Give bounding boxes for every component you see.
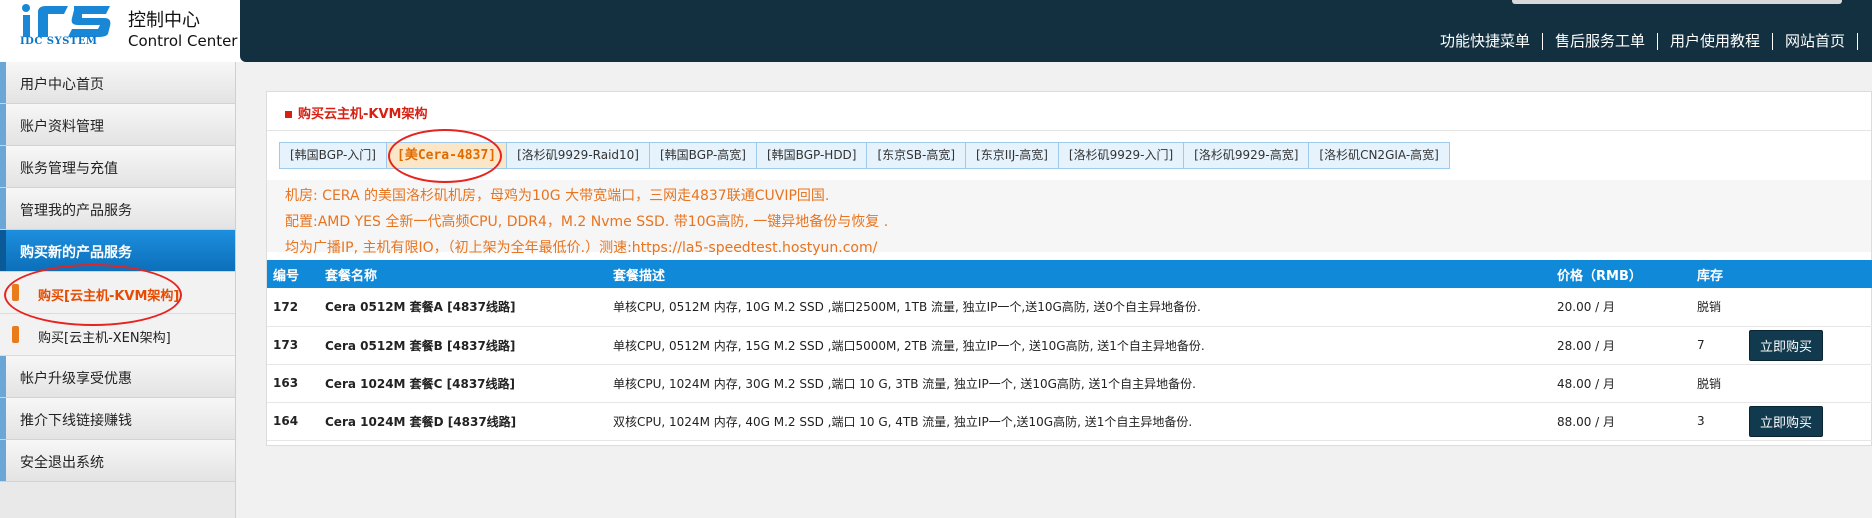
row-action: 立即购买 bbox=[1743, 326, 1872, 365]
page-title: 购买云主机-KVM架构 bbox=[285, 103, 427, 122]
logo-brand: IDC SYSTEM bbox=[20, 36, 98, 47]
tab-korea-bgp-basic[interactable]: [韩国BGP-入门] bbox=[279, 142, 387, 169]
sidebar-item-my-products[interactable]: 管理我的产品服务 bbox=[0, 188, 235, 230]
col-id: 编号 bbox=[267, 260, 319, 288]
sidebar-item-label: 账户资料管理 bbox=[20, 119, 104, 135]
col-action bbox=[1743, 260, 1872, 288]
sidebar-item-upgrade[interactable]: 帐户升级享受优惠 bbox=[0, 356, 235, 398]
sidebar-item-referral[interactable]: 推介下线链接赚钱 bbox=[0, 398, 235, 440]
tab-la-cn2gia[interactable]: [洛杉矶CN2GIA-高宽] bbox=[1308, 142, 1450, 169]
row-name: Cera 0512M 套餐A [4837线路] bbox=[319, 288, 607, 327]
buy-now-button[interactable]: 立即购买 bbox=[1749, 405, 1824, 437]
row-desc: 单核CPU, 0512M 内存, 10G M.2 SSD ,端口2500M, 1… bbox=[607, 288, 1551, 327]
sidebar-item-billing[interactable]: 账务管理与充值 bbox=[0, 146, 235, 188]
table-row: 164 Cera 1024M 套餐D [4837线路] 双核CPU, 1024M… bbox=[267, 402, 1872, 441]
sidebar-item-label: 用户中心首页 bbox=[20, 77, 104, 93]
row-id: 163 bbox=[267, 364, 319, 403]
product-tabs: [韩国BGP-入门] [美Cera-4837] [洛杉矶9929-Raid10]… bbox=[279, 142, 1450, 169]
sidebar: 用户中心首页 账户资料管理 账务管理与充值 管理我的产品服务 购买新的产品服务 … bbox=[0, 62, 236, 518]
sidebar-item-buy-products[interactable]: 购买新的产品服务 bbox=[0, 230, 235, 272]
col-desc: 套餐描述 bbox=[607, 260, 1551, 288]
tab-korea-bgp-hdd[interactable]: [韩国BGP-HDD] bbox=[755, 142, 868, 169]
row-desc: 单核CPU, 1024M 内存, 30G M.2 SSD ,端口 10 G, 3… bbox=[607, 364, 1551, 403]
header: IDC SYSTEM 控制中心 Control Center 功能快捷菜单 售后… bbox=[0, 0, 1872, 62]
row-stock: 脱销 bbox=[1691, 288, 1743, 327]
sidebar-item-user-home[interactable]: 用户中心首页 bbox=[0, 62, 235, 104]
tab-korea-bgp-bandwidth[interactable]: [韩国BGP-高宽] bbox=[648, 142, 757, 169]
row-stock: 3 bbox=[1691, 402, 1743, 441]
row-stock: 脱销 bbox=[1691, 364, 1743, 403]
logo-title: 控制中心 bbox=[128, 10, 200, 31]
sidebar-subitem-label: 购买[云主机-KVM架构] bbox=[38, 289, 180, 304]
idc-logo-icon bbox=[22, 4, 111, 37]
info-speedtest: 均为广播IP, 主机有限IO，（初上架为全年最低价.）测速:https://la… bbox=[285, 240, 878, 256]
orange-bar-icon bbox=[12, 326, 19, 343]
row-id: 173 bbox=[267, 326, 319, 365]
sidebar-item-label: 安全退出系统 bbox=[20, 455, 104, 471]
row-desc: 双核CPU, 1024M 内存, 40G M.2 SSD ,端口 10 G, 4… bbox=[607, 402, 1551, 441]
tab-la-9929-basic[interactable]: [洛杉矶9929-入门] bbox=[1057, 142, 1185, 169]
row-price: 48.00 / 月 bbox=[1551, 364, 1691, 403]
row-name: Cera 0512M 套餐B [4837线路] bbox=[319, 326, 607, 365]
col-name: 套餐名称 bbox=[319, 260, 607, 288]
topnav-user-guide[interactable]: 用户使用教程 bbox=[1658, 33, 1773, 50]
row-name: Cera 1024M 套餐D [4837线路] bbox=[319, 402, 607, 441]
topnav-support-ticket[interactable]: 售后服务工单 bbox=[1543, 33, 1658, 50]
row-price: 20.00 / 月 bbox=[1551, 288, 1691, 327]
sidebar-subitem-kvm[interactable]: 购买[云主机-KVM架构] bbox=[0, 272, 235, 314]
top-nav: 功能快捷菜单 售后服务工单 用户使用教程 网站首页 bbox=[1428, 33, 1858, 50]
sidebar-subitem-xen[interactable]: 购买[云主机-XEN架构] bbox=[0, 314, 235, 356]
col-price: 价格（RMB） bbox=[1551, 260, 1691, 288]
main-panel: 购买云主机-KVM架构 [韩国BGP-入门] [美Cera-4837] [洛杉矶… bbox=[266, 91, 1872, 446]
table-row: 172 Cera 0512M 套餐A [4837线路] 单核CPU, 0512M… bbox=[267, 288, 1872, 327]
info-config: 配置:AMD YES 全新一代高频CPU, DDR4，M.2 Nvme SSD.… bbox=[285, 214, 889, 230]
sidebar-subitem-label: 购买[云主机-XEN架构] bbox=[38, 331, 171, 346]
row-id: 164 bbox=[267, 402, 319, 441]
row-stock: 7 bbox=[1691, 326, 1743, 365]
table-header-row: 编号 套餐名称 套餐描述 价格（RMB） 库存 bbox=[267, 260, 1872, 288]
table-row: 173 Cera 0512M 套餐B [4837线路] 单核CPU, 0512M… bbox=[267, 326, 1872, 365]
sidebar-item-label: 帐户升级享受优惠 bbox=[20, 371, 132, 387]
tab-la-9929-bandwidth[interactable]: [洛杉矶9929-高宽] bbox=[1183, 142, 1310, 169]
sidebar-item-label: 购买新的产品服务 bbox=[20, 245, 132, 261]
topnav-home[interactable]: 网站首页 bbox=[1773, 33, 1858, 50]
row-price: 28.00 / 月 bbox=[1551, 326, 1691, 365]
topnav-shortcut-menu[interactable]: 功能快捷菜单 bbox=[1428, 33, 1543, 50]
sidebar-item-account-profile[interactable]: 账户资料管理 bbox=[0, 104, 235, 146]
row-name: Cera 1024M 套餐C [4837线路] bbox=[319, 364, 607, 403]
row-action bbox=[1743, 364, 1872, 403]
logo-subtitle: Control Center bbox=[128, 32, 238, 50]
package-table: 编号 套餐名称 套餐描述 价格（RMB） 库存 172 Cera 0512M 套… bbox=[267, 260, 1872, 441]
col-stock: 库存 bbox=[1691, 260, 1743, 288]
sidebar-item-label: 账务管理与充值 bbox=[20, 161, 118, 177]
row-desc: 单核CPU, 0512M 内存, 15G M.2 SSD ,端口5000M, 2… bbox=[607, 326, 1551, 365]
logo[interactable]: IDC SYSTEM 控制中心 Control Center bbox=[0, 0, 240, 62]
tab-tokyo-sb[interactable]: [东京SB-高宽] bbox=[866, 142, 967, 169]
table-row: 163 Cera 1024M 套餐C [4837线路] 单核CPU, 1024M… bbox=[267, 364, 1872, 403]
buy-now-button[interactable]: 立即购买 bbox=[1749, 329, 1824, 361]
orange-bar-icon bbox=[12, 284, 19, 301]
row-price: 88.00 / 月 bbox=[1551, 402, 1691, 441]
row-action bbox=[1743, 288, 1872, 327]
sidebar-item-label: 管理我的产品服务 bbox=[20, 203, 132, 219]
sidebar-item-logout[interactable]: 安全退出系统 bbox=[0, 440, 235, 482]
divider bbox=[267, 130, 1871, 131]
title-marker-icon bbox=[285, 111, 292, 118]
info-datacenter: 机房: CERA 的美国洛杉矶机房，母鸡为10G 大带宽端口，三网走4837联通… bbox=[285, 188, 830, 204]
search-box[interactable] bbox=[1512, 0, 1842, 4]
header-bar: 功能快捷菜单 售后服务工单 用户使用教程 网站首页 bbox=[240, 0, 1872, 62]
tab-us-cera-4837[interactable]: [美Cera-4837] bbox=[386, 142, 508, 169]
tab-la-9929-raid10[interactable]: [洛杉矶9929-Raid10] bbox=[506, 142, 650, 169]
row-action: 立即购买 bbox=[1743, 402, 1872, 441]
tab-tokyo-iij[interactable]: [东京IIJ-高宽] bbox=[965, 142, 1059, 169]
sidebar-item-label: 推介下线链接赚钱 bbox=[20, 413, 132, 429]
page-title-text: 购买云主机-KVM架构 bbox=[298, 107, 428, 122]
row-id: 172 bbox=[267, 288, 319, 327]
